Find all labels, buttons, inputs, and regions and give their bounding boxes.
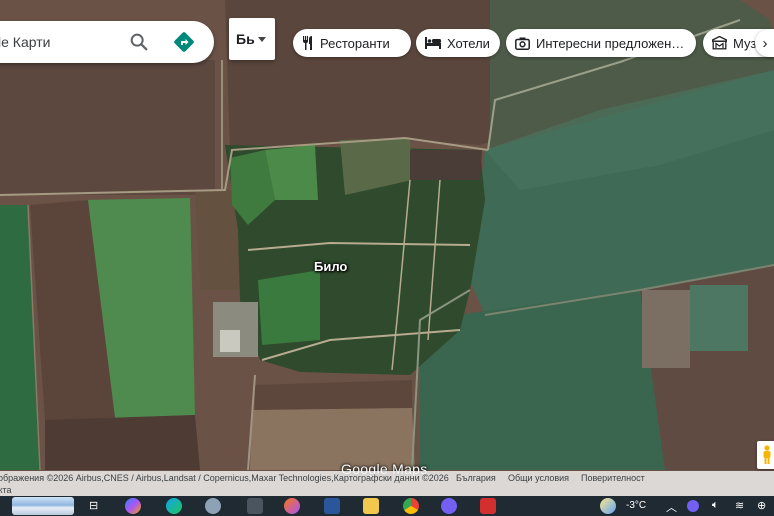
fork-knife-icon: [303, 36, 312, 50]
chevron-down-icon: [258, 36, 266, 42]
chevron-up-icon[interactable]: ︿: [666, 499, 677, 515]
satellite-imagery: [0, 0, 774, 496]
paint-icon[interactable]: [205, 498, 221, 514]
widgets-icon[interactable]: [12, 497, 74, 515]
chip-label: Муз: [733, 35, 757, 51]
satellite-map[interactable]: Било: [0, 0, 774, 496]
viber-icon[interactable]: [441, 498, 457, 514]
word-icon[interactable]: [324, 498, 340, 514]
chip-label: Ресторанти: [320, 35, 390, 51]
privacy-link[interactable]: Поверителност: [581, 473, 645, 483]
input-language-select[interactable]: Бь: [229, 18, 275, 60]
language-label: Бь: [236, 31, 255, 47]
bed-icon: [425, 37, 441, 49]
file-explorer-icon[interactable]: [363, 498, 379, 514]
globe-icon[interactable]: ⊕: [757, 499, 766, 512]
weather-icon: [600, 498, 616, 514]
temperature: -3°C: [626, 500, 647, 511]
edge-icon[interactable]: [166, 498, 182, 514]
search-input[interactable]: [0, 34, 128, 50]
museum-icon: [712, 36, 727, 50]
acrobat-icon[interactable]: [480, 498, 496, 514]
directions-icon[interactable]: [172, 30, 196, 54]
search-icon[interactable]: [128, 31, 150, 53]
chip-interesting-offers[interactable]: Интересни предложен…: [506, 29, 696, 57]
calculator-icon[interactable]: [247, 498, 263, 514]
country-link[interactable]: България: [456, 473, 496, 483]
terms-link[interactable]: Общи условия: [508, 473, 569, 483]
street-view-pegman[interactable]: [757, 441, 774, 469]
chrome-icon[interactable]: [403, 498, 419, 514]
copilot-icon[interactable]: [125, 498, 141, 514]
search-box: [0, 21, 214, 63]
attribution-line-2[interactable]: укта: [0, 485, 12, 495]
chip-hotels[interactable]: Хотели: [416, 29, 500, 57]
pegman-icon: [763, 445, 771, 464]
chip-label: Хотели: [447, 35, 490, 51]
camera-icon: [515, 37, 530, 50]
wifi-icon[interactable]: ≋: [735, 499, 744, 512]
place-label[interactable]: Било: [314, 259, 347, 274]
speaker-icon[interactable]: 🔈︎: [712, 499, 719, 512]
task-view-icon[interactable]: ⊟: [89, 499, 98, 512]
chevron-right-icon: ›: [762, 34, 768, 52]
viber-tray-icon[interactable]: [687, 500, 699, 512]
attribution-bar: ображения ©2026 Airbus,CNES / Airbus,Lan…: [0, 471, 774, 496]
imagery-attribution[interactable]: ображения ©2026 Airbus,CNES / Airbus,Lan…: [0, 473, 449, 483]
firefox-icon[interactable]: [284, 498, 300, 514]
chip-restaurants[interactable]: Ресторанти: [293, 29, 411, 57]
chip-label: Интересни предложен…: [536, 35, 685, 51]
windows-taskbar: ⊟ -3°C ︿ 🔈︎ ≋ ⊕: [0, 496, 774, 516]
